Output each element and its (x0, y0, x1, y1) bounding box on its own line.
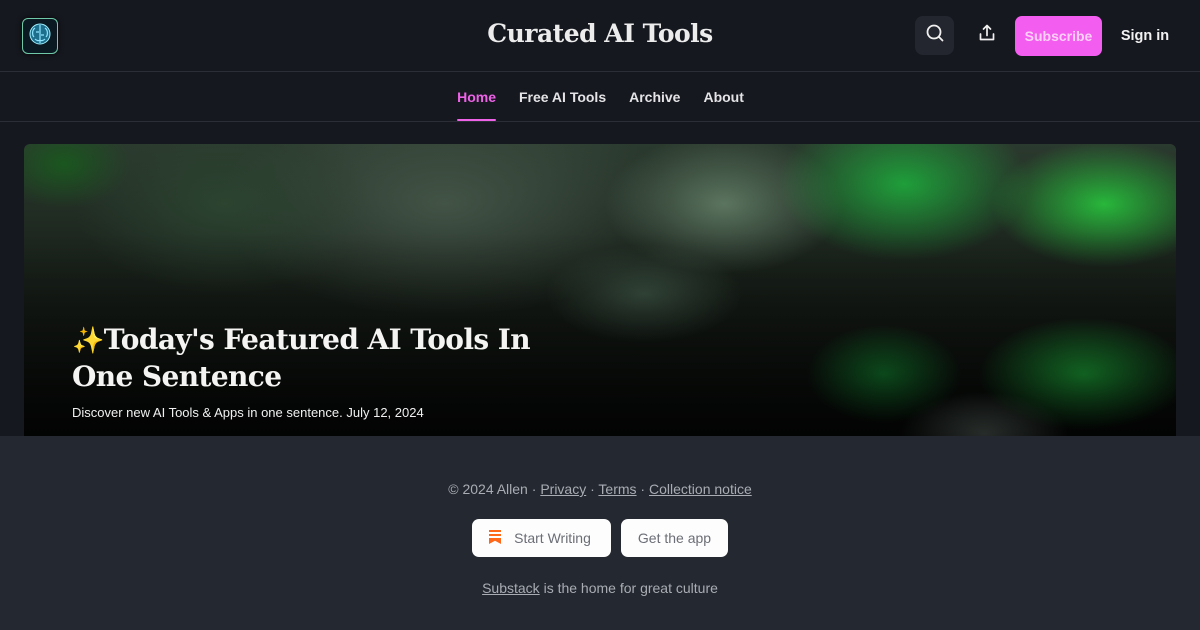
share-icon (977, 23, 997, 48)
nav-tab-about[interactable]: About (703, 73, 743, 121)
substack-link[interactable]: Substack (482, 580, 540, 596)
subscribe-button[interactable]: Subscribe (1015, 16, 1102, 56)
separator: · (586, 481, 599, 497)
start-writing-button[interactable]: Start Writing (472, 519, 611, 557)
start-writing-label: Start Writing (514, 530, 591, 546)
privacy-link[interactable]: Privacy (540, 481, 586, 497)
sign-in-button[interactable]: Sign in (1116, 16, 1174, 56)
separator: · (636, 481, 649, 497)
separator: · (527, 481, 541, 497)
copyright-text: © 2024 Allen (448, 481, 528, 497)
featured-post-title-text: Today's Featured AI Tools In One Sentenc… (72, 323, 531, 393)
sparkles-icon: ✨ (72, 326, 104, 356)
get-the-app-button[interactable]: Get the app (621, 519, 728, 557)
footer-buttons: Start Writing Get the app (0, 519, 1200, 557)
tagline-text: is the home for great culture (539, 580, 718, 596)
featured-post-subtitle: Discover new AI Tools & Apps in one sent… (72, 405, 424, 420)
featured-post-hero[interactable]: ✨Today's Featured AI Tools In One Senten… (24, 144, 1176, 436)
terms-link[interactable]: Terms (598, 481, 636, 497)
site-header: Curated AI Tools Subscribe Sign in (0, 0, 1200, 72)
nav-tab-free-ai-tools[interactable]: Free AI Tools (519, 73, 606, 121)
site-footer: © 2024 Allen · Privacy · Terms · Collect… (0, 436, 1200, 630)
main-nav: Home Free AI Tools Archive About (0, 73, 1200, 122)
substack-logo-icon (488, 529, 502, 548)
substack-tagline: Substack is the home for great culture (0, 580, 1200, 596)
footer-links: © 2024 Allen · Privacy · Terms · Collect… (0, 481, 1200, 497)
nav-tab-archive[interactable]: Archive (629, 73, 680, 121)
search-button[interactable] (915, 16, 954, 55)
nav-tab-home[interactable]: Home (457, 73, 496, 121)
featured-post-title[interactable]: ✨Today's Featured AI Tools In One Senten… (72, 322, 542, 395)
collection-notice-link[interactable]: Collection notice (649, 481, 752, 497)
search-icon (925, 23, 945, 48)
share-button[interactable] (967, 16, 1006, 55)
